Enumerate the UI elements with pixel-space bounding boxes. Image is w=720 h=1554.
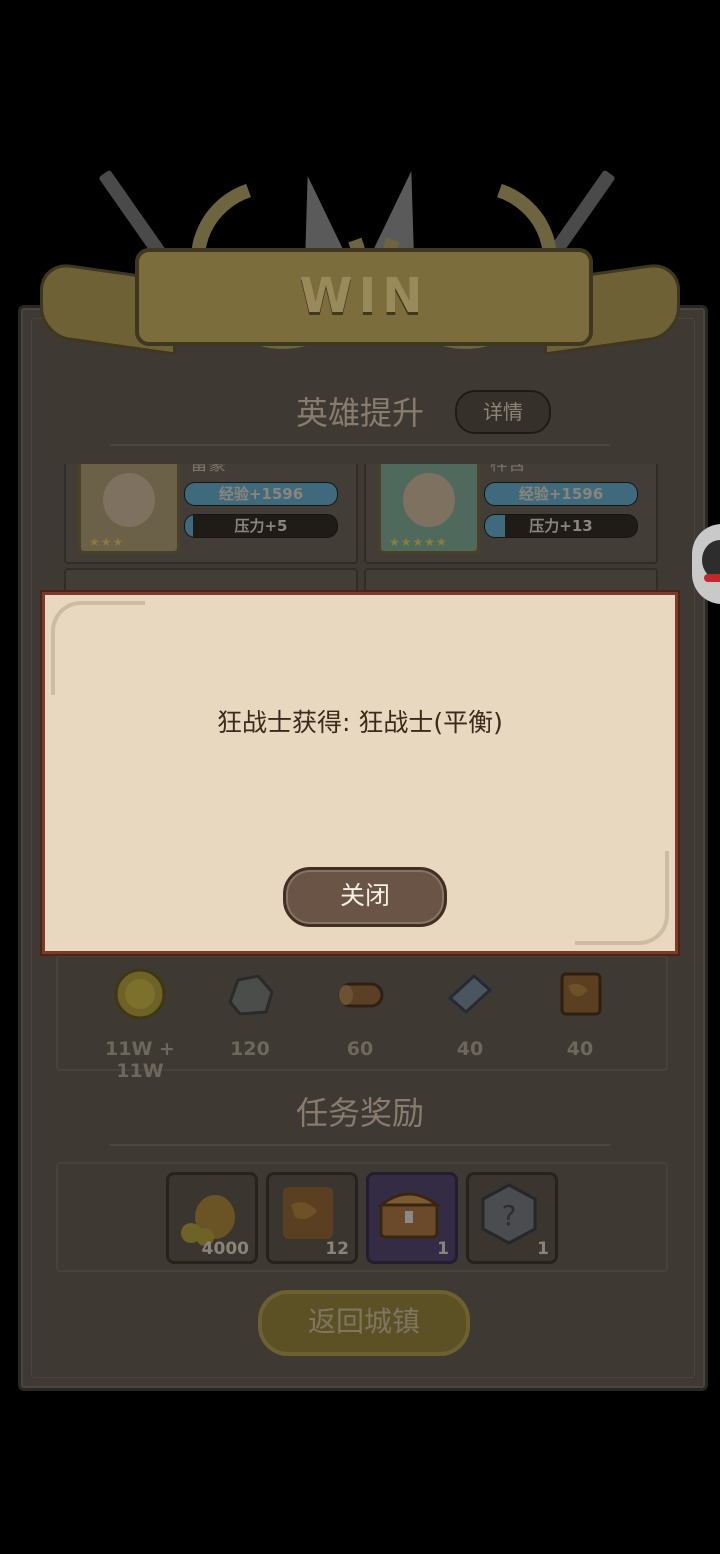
dialog-message: 狂战士获得: 狂战士(平衡) <box>217 708 503 737</box>
leather-hide-icon <box>560 972 602 1016</box>
ornament-corner <box>51 601 145 695</box>
return-town-button[interactable]: 返回城镇 <box>258 1290 470 1356</box>
resource-item: 11W + 11W <box>90 968 190 1082</box>
exp-text: 经验+1596 <box>218 485 304 503</box>
resource-item: 120 <box>200 968 300 1060</box>
reward-count: 1 <box>537 1239 549 1259</box>
hero-list[interactable]: ★★★ 雷豪 经验+1596 压力+5 ★★★★★ 梓含 经验+1596 压力+… <box>56 464 664 574</box>
stress-text: 压力+5 <box>234 517 288 535</box>
exp-text: 经验+1596 <box>518 485 604 503</box>
divider <box>110 444 610 446</box>
hero-section-title: 英雄提升 <box>295 394 424 432</box>
hero-name: 雷豪 <box>190 464 226 475</box>
win-banner: WIN <box>40 150 680 390</box>
reward-slot[interactable]: ? 1 <box>466 1172 558 1264</box>
wood-log-icon <box>338 982 384 1008</box>
resource-item: 60 <box>310 968 410 1060</box>
hero-card[interactable]: ★★★★★ 梓含 经验+1596 压力+13 <box>364 464 658 564</box>
stone-ore-icon <box>228 974 274 1016</box>
reward-slot[interactable]: 1 <box>366 1172 458 1264</box>
reward-dialog: 狂战士获得: 狂战士(平衡) 关闭 <box>42 592 678 954</box>
hero-portrait: ★★★★★ <box>378 464 480 554</box>
stress-bar: 压力+5 <box>184 514 338 538</box>
resource-value: 40 <box>566 1038 594 1060</box>
resource-value: 11W + 11W <box>105 1038 175 1082</box>
close-button[interactable]: 关闭 <box>283 867 447 927</box>
hero-portrait: ★★★ <box>78 464 180 554</box>
banner-ribbon: WIN <box>135 248 593 346</box>
resource-value: 60 <box>346 1038 374 1060</box>
hero-stars: ★★★★★ <box>389 535 448 549</box>
hero-name: 梓含 <box>490 464 526 475</box>
exp-bar: 经验+1596 <box>484 482 638 506</box>
reward-count: 4000 <box>201 1239 249 1259</box>
detail-button[interactable]: 详情 <box>455 390 551 434</box>
hero-face <box>403 473 455 527</box>
reward-slot[interactable]: 12 <box>266 1172 358 1264</box>
resource-value: 40 <box>456 1038 484 1060</box>
hero-card[interactable]: ★★★ 雷豪 经验+1596 压力+5 <box>64 464 358 564</box>
reward-count: 1 <box>437 1239 449 1259</box>
divider <box>110 1144 610 1146</box>
stress-text: 压力+13 <box>529 517 593 535</box>
stress-bar: 压力+13 <box>484 514 638 538</box>
hero-face <box>103 473 155 527</box>
resource-value: 120 <box>230 1038 270 1060</box>
reward-count: 12 <box>325 1239 349 1259</box>
exp-bar: 经验+1596 <box>184 482 338 506</box>
hero-stars: ★★★ <box>89 535 125 549</box>
svg-text:?: ? <box>502 1199 517 1232</box>
resource-item: 40 <box>530 968 630 1060</box>
win-title: WIN <box>299 268 429 324</box>
gold-coin-icon <box>114 968 166 1020</box>
task-rewards <box>56 1162 668 1272</box>
reward-slot[interactable]: 4000 <box>166 1172 258 1264</box>
ornament-corner <box>575 851 669 945</box>
resource-item: 40 <box>420 968 520 1060</box>
iron-ingot-icon <box>447 973 493 1015</box>
task-section-title: 任务奖励 <box>295 1094 424 1132</box>
